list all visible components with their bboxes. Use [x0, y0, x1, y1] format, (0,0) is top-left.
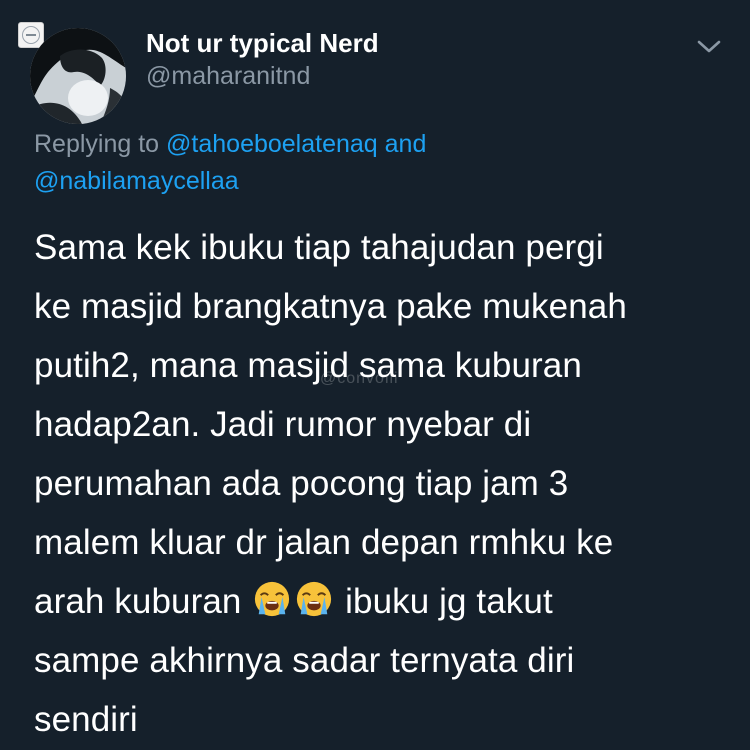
tweet-line-emoji: arah kuburan ibuku jg takut	[34, 572, 734, 631]
tweet-line: Sama kek ibuku tiap tahajudan pergi	[34, 228, 604, 267]
tweet-line: ke masjid brangkatnya pake mukenah	[34, 287, 627, 326]
user-handle[interactable]: @maharanitnd	[146, 62, 310, 91]
mention-conjunction[interactable]: and	[385, 130, 427, 158]
tweet-line: malem kluar dr jalan depan rmhku ke	[34, 523, 614, 562]
avatar[interactable]	[30, 28, 126, 124]
tweet-line: sendiri	[34, 700, 138, 739]
tweet-line: sampe akhirnya sadar ternyata diri	[34, 641, 575, 680]
mention-link-1[interactable]: @tahoeboelatenaq	[166, 130, 378, 158]
chevron-down-icon[interactable]	[694, 34, 724, 58]
replying-to-label: Replying to	[34, 130, 160, 158]
tweet-line-part: ibuku jg takut	[345, 582, 553, 621]
tweet-line-part: arah kuburan	[34, 582, 242, 621]
tweet-line: perumahan ada pocong tiap jam 3	[34, 464, 569, 503]
tweet-text: Sama kek ibuku tiap tahajudan pergi ke m…	[34, 218, 734, 749]
replying-to: Replying to @tahoeboelatenaq and @nabila…	[34, 126, 724, 200]
watermark-text: @convoiii	[320, 370, 399, 387]
display-name[interactable]: Not ur typical Nerd	[146, 28, 379, 59]
mention-link-2[interactable]: @nabilamaycellaa	[34, 167, 239, 195]
loudly-crying-face-emoji-icon	[255, 581, 290, 617]
watermark-badge-icon	[18, 22, 44, 48]
avatar-image	[30, 28, 126, 124]
tweet-card: Not ur typical Nerd @maharanitnd Replyin…	[0, 0, 750, 750]
tweet-line: hadap2an. Jadi rumor nyebar di	[34, 405, 532, 444]
loudly-crying-face-emoji-icon	[297, 581, 332, 617]
